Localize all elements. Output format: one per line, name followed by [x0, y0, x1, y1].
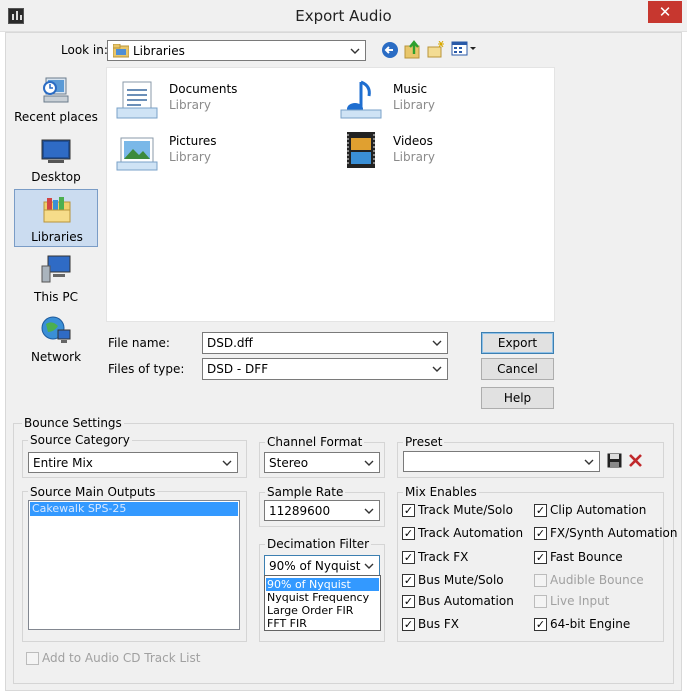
- place-this-pc[interactable]: This PC: [14, 250, 98, 308]
- check-icon[interactable]: ✓: [402, 574, 415, 587]
- check-icon[interactable]: ✓: [402, 504, 415, 517]
- file-list[interactable]: Documents Library Music Library Pictures…: [106, 67, 555, 322]
- this-pc-icon: [40, 254, 72, 286]
- chevron-down-icon[interactable]: [362, 558, 376, 573]
- view-menu-icon[interactable]: [451, 41, 477, 57]
- source-outputs-label: Source Main Outputs: [28, 485, 158, 499]
- recent-places-icon: [40, 74, 72, 106]
- preset-select[interactable]: [403, 451, 600, 472]
- source-category-select[interactable]: Entire Mix: [28, 452, 238, 473]
- save-preset-icon[interactable]: [607, 453, 622, 468]
- music-library-icon: [339, 78, 383, 122]
- window-title: Export Audio: [295, 7, 392, 25]
- up-folder-icon[interactable]: [404, 40, 422, 59]
- check-icon[interactable]: ✓: [402, 551, 415, 564]
- pictures-library-icon: [115, 130, 159, 174]
- place-desktop[interactable]: Desktop: [14, 130, 98, 188]
- decimation-filter-select[interactable]: 90% of Nyquist: [264, 555, 380, 576]
- check-icon[interactable]: ✓: [534, 618, 547, 631]
- list-item-documents[interactable]: Documents Library: [111, 76, 311, 124]
- title-bar[interactable]: Export Audio ✕: [0, 0, 687, 32]
- check-icon[interactable]: ✓: [534, 527, 547, 540]
- chevron-down-icon[interactable]: [220, 455, 234, 470]
- preset-label: Preset: [403, 435, 445, 449]
- list-item-videos[interactable]: Videos Library: [335, 128, 535, 176]
- documents-library-icon: [115, 78, 159, 122]
- chevron-down-icon[interactable]: [348, 43, 362, 58]
- close-button[interactable]: ✕: [648, 1, 682, 23]
- chevron-down-icon[interactable]: [430, 361, 444, 376]
- source-outputs-list[interactable]: Cakewalk SPS-25: [28, 500, 240, 630]
- dropdown-option[interactable]: Large Order FIR: [266, 604, 379, 617]
- sample-rate-select[interactable]: 11289600: [264, 500, 380, 521]
- help-button[interactable]: Help: [481, 387, 554, 409]
- check-icon[interactable]: ✓: [402, 595, 415, 608]
- chevron-down-icon[interactable]: [362, 503, 376, 518]
- list-item-music[interactable]: Music Library: [335, 76, 535, 124]
- decimation-filter-label: Decimation Filter: [265, 537, 372, 551]
- check-icon[interactable]: ✓: [402, 618, 415, 631]
- list-item[interactable]: Cakewalk SPS-25: [30, 502, 238, 516]
- source-category-label: Source Category: [28, 433, 132, 447]
- decimation-filter-dropdown[interactable]: 90% of Nyquist Nyquist Frequency Large O…: [264, 575, 381, 631]
- chevron-down-icon[interactable]: [430, 335, 444, 350]
- list-item-pictures[interactable]: Pictures Library: [111, 128, 311, 176]
- lookin-value: Libraries: [133, 44, 185, 58]
- cancel-button[interactable]: Cancel: [481, 358, 554, 380]
- mix-enables-label: Mix Enables: [403, 485, 479, 499]
- check-icon[interactable]: ✓: [534, 504, 547, 517]
- sample-rate-label: Sample Rate: [265, 485, 346, 499]
- new-folder-icon[interactable]: [427, 41, 445, 58]
- channel-format-label: Channel Format: [265, 435, 365, 449]
- chevron-down-icon[interactable]: [582, 454, 596, 469]
- back-icon[interactable]: [381, 41, 399, 59]
- libraries-icon: [41, 194, 73, 226]
- lookin-label: Look in:: [61, 43, 108, 57]
- place-network[interactable]: Network: [14, 310, 98, 368]
- dropdown-option[interactable]: Nyquist Frequency: [266, 591, 379, 604]
- delete-preset-icon[interactable]: [628, 453, 643, 468]
- bounce-settings-label: Bounce Settings: [22, 416, 124, 430]
- check-icon[interactable]: ✓: [402, 527, 415, 540]
- filetype-label: Files of type:: [108, 362, 185, 376]
- network-icon: [40, 314, 72, 346]
- place-libraries[interactable]: Libraries: [14, 189, 98, 247]
- filetype-select[interactable]: DSD - DFF: [202, 358, 448, 380]
- dropdown-option[interactable]: 90% of Nyquist: [266, 578, 379, 591]
- dropdown-option[interactable]: FFT FIR: [266, 617, 379, 630]
- desktop-icon: [40, 134, 72, 166]
- export-button[interactable]: Export: [481, 332, 554, 354]
- filename-label: File name:: [108, 336, 170, 350]
- folder-icon: [113, 44, 129, 58]
- check-icon[interactable]: ✓: [534, 551, 547, 564]
- videos-library-icon: [339, 130, 383, 174]
- lookin-combo[interactable]: Libraries: [107, 40, 366, 61]
- place-recent-places[interactable]: Recent places: [14, 70, 98, 128]
- filename-input[interactable]: DSD.dff: [202, 332, 448, 354]
- chevron-down-icon[interactable]: [362, 455, 376, 470]
- channel-format-select[interactable]: Stereo: [264, 452, 380, 473]
